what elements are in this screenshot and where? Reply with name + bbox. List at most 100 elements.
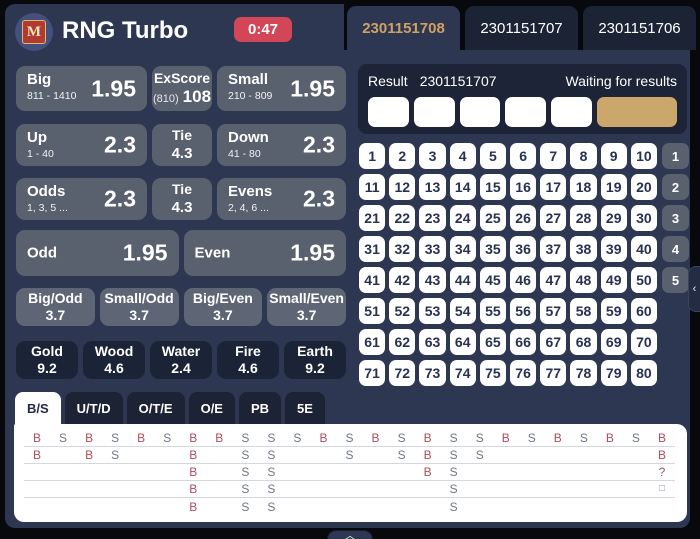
number-cell-65[interactable]: 65 [480, 329, 506, 355]
number-cell-7[interactable]: 7 [540, 143, 566, 169]
number-cell-63[interactable]: 63 [419, 329, 445, 355]
number-cell-50[interactable]: 50 [631, 267, 657, 293]
number-cell-8[interactable]: 8 [570, 143, 596, 169]
number-cell-27[interactable]: 27 [540, 205, 566, 231]
number-cell-21[interactable]: 21 [359, 205, 385, 231]
number-cell-4[interactable]: 4 [450, 143, 476, 169]
number-cell-41[interactable]: 41 [359, 267, 385, 293]
number-cell-54[interactable]: 54 [450, 298, 476, 324]
number-cell-75[interactable]: 75 [480, 360, 506, 386]
round-tab-2301151707[interactable]: 2301151707 [465, 6, 578, 50]
number-cell-33[interactable]: 33 [419, 236, 445, 262]
number-cell-32[interactable]: 32 [389, 236, 415, 262]
number-cell-18[interactable]: 18 [570, 174, 596, 200]
number-cell-11[interactable]: 11 [359, 174, 385, 200]
number-cell-69[interactable]: 69 [601, 329, 627, 355]
number-cell-59[interactable]: 59 [601, 298, 627, 324]
number-cell-25[interactable]: 25 [480, 205, 506, 231]
number-cell-24[interactable]: 24 [450, 205, 476, 231]
number-cell-20[interactable]: 20 [631, 174, 657, 200]
number-cell-56[interactable]: 56 [510, 298, 536, 324]
number-cell-68[interactable]: 68 [570, 329, 596, 355]
number-cell-70[interactable]: 70 [631, 329, 657, 355]
number-cell-46[interactable]: 46 [510, 267, 536, 293]
number-cell-42[interactable]: 42 [389, 267, 415, 293]
history-tab-5e[interactable]: 5E [285, 392, 325, 424]
number-cell-2[interactable]: 2 [389, 143, 415, 169]
number-cell-71[interactable]: 71 [359, 360, 385, 386]
number-cell-31[interactable]: 31 [359, 236, 385, 262]
number-cell-64[interactable]: 64 [450, 329, 476, 355]
bet-button-earth[interactable]: Earth9.2 [284, 341, 346, 379]
number-cell-22[interactable]: 22 [389, 205, 415, 231]
number-cell-53[interactable]: 53 [419, 298, 445, 324]
number-cell-15[interactable]: 15 [480, 174, 506, 200]
bet-button-gold[interactable]: Gold9.2 [16, 341, 78, 379]
number-cell-57[interactable]: 57 [540, 298, 566, 324]
number-cell-55[interactable]: 55 [480, 298, 506, 324]
row-bet-button-1[interactable]: 1 [662, 143, 689, 169]
number-cell-35[interactable]: 35 [480, 236, 506, 262]
bet-button-evens[interactable]: Evens2, 4, 6 ...2.3 [217, 178, 346, 220]
number-cell-60[interactable]: 60 [631, 298, 657, 324]
number-cell-38[interactable]: 38 [570, 236, 596, 262]
bet-button-small[interactable]: Small210 - 8091.95 [217, 66, 346, 111]
number-cell-37[interactable]: 37 [540, 236, 566, 262]
number-cell-74[interactable]: 74 [450, 360, 476, 386]
number-cell-10[interactable]: 10 [631, 143, 657, 169]
number-cell-39[interactable]: 39 [601, 236, 627, 262]
number-cell-17[interactable]: 17 [540, 174, 566, 200]
number-cell-12[interactable]: 12 [389, 174, 415, 200]
bet-button-fire[interactable]: Fire4.6 [217, 341, 279, 379]
bet-button-small-odd[interactable]: Small/Odd3.7 [100, 288, 179, 326]
bet-button-small-even[interactable]: Small/Even3.7 [267, 288, 346, 326]
history-tab-u-t-d[interactable]: U/T/D [65, 392, 123, 424]
bet-button-down[interactable]: Down41 - 802.3 [217, 124, 346, 166]
number-cell-66[interactable]: 66 [510, 329, 536, 355]
bet-button-odds[interactable]: Odds1, 3, 5 ...2.3 [16, 178, 147, 220]
bet-button-wood[interactable]: Wood4.6 [83, 341, 145, 379]
number-cell-78[interactable]: 78 [570, 360, 596, 386]
bet-button-tie[interactable]: Tie4.3 [152, 178, 212, 220]
number-cell-13[interactable]: 13 [419, 174, 445, 200]
number-cell-23[interactable]: 23 [419, 205, 445, 231]
round-tab-2301151706[interactable]: 2301151706 [583, 6, 696, 50]
number-cell-3[interactable]: 3 [419, 143, 445, 169]
number-cell-29[interactable]: 29 [601, 205, 627, 231]
row-bet-button-3[interactable]: 3 [662, 205, 689, 231]
number-cell-73[interactable]: 73 [419, 360, 445, 386]
bet-button-tie[interactable]: Tie4.3 [152, 124, 212, 166]
number-cell-77[interactable]: 77 [540, 360, 566, 386]
number-cell-52[interactable]: 52 [389, 298, 415, 324]
number-cell-43[interactable]: 43 [419, 267, 445, 293]
number-cell-30[interactable]: 30 [631, 205, 657, 231]
number-cell-16[interactable]: 16 [510, 174, 536, 200]
number-cell-6[interactable]: 6 [510, 143, 536, 169]
number-cell-47[interactable]: 47 [540, 267, 566, 293]
number-cell-14[interactable]: 14 [450, 174, 476, 200]
number-cell-80[interactable]: 80 [631, 360, 657, 386]
number-cell-79[interactable]: 79 [601, 360, 627, 386]
number-cell-76[interactable]: 76 [510, 360, 536, 386]
number-cell-34[interactable]: 34 [450, 236, 476, 262]
number-cell-44[interactable]: 44 [450, 267, 476, 293]
row-bet-button-4[interactable]: 4 [662, 236, 689, 262]
number-cell-58[interactable]: 58 [570, 298, 596, 324]
row-bet-button-5[interactable]: 5 [662, 267, 689, 293]
history-tab-b-s[interactable]: B/S [15, 392, 61, 424]
round-tab-2301151708[interactable]: 2301151708 [347, 6, 460, 50]
collapse-panel-handle[interactable]: ‹ [688, 266, 700, 312]
bet-button-big-odd[interactable]: Big/Odd3.7 [16, 288, 95, 326]
bet-button-up[interactable]: Up1 - 402.3 [16, 124, 147, 166]
number-cell-67[interactable]: 67 [540, 329, 566, 355]
row-bet-button-2[interactable]: 2 [662, 174, 689, 200]
number-cell-40[interactable]: 40 [631, 236, 657, 262]
history-tab-pb[interactable]: PB [239, 392, 281, 424]
bet-button-big[interactable]: Big811 - 14101.95 [16, 66, 147, 111]
number-cell-48[interactable]: 48 [570, 267, 596, 293]
number-cell-1[interactable]: 1 [359, 143, 385, 169]
number-cell-9[interactable]: 9 [601, 143, 627, 169]
bet-button-odd[interactable]: Odd1.95 [16, 230, 179, 276]
number-cell-72[interactable]: 72 [389, 360, 415, 386]
bet-button-water[interactable]: Water2.4 [150, 341, 212, 379]
